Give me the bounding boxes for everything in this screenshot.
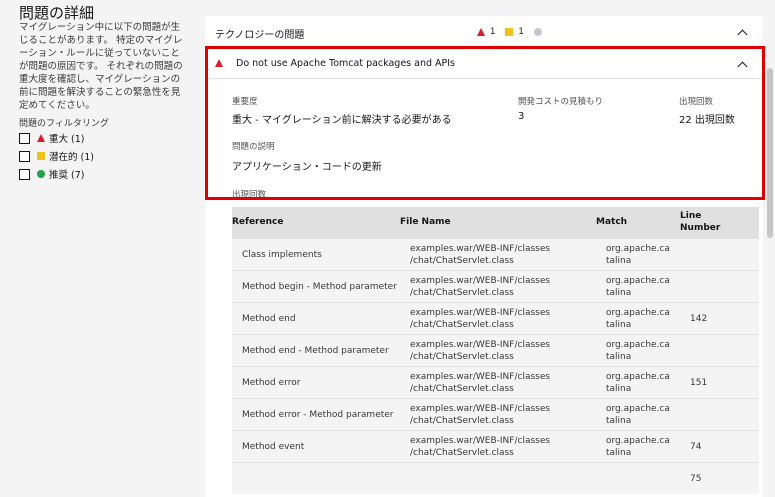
cell-line-number: 142 — [690, 314, 708, 324]
table-row: Method end examples.war/WEB-INF/classes/c… — [232, 302, 759, 334]
cell-reference: Method event — [242, 442, 305, 452]
occurrences-value: 22 出現回数 — [679, 115, 735, 126]
issue-title: Do not use Apache Tomcat packages and AP… — [236, 58, 456, 69]
cell-file-name-2: /chat/ChatServlet.class — [410, 256, 514, 266]
occurrences-label: 出現回数 — [679, 97, 714, 107]
table-row: Method error examples.war/WEB-INF/classes… — [232, 366, 759, 398]
cell-match-1: org.apache.ca — [606, 308, 670, 318]
cell-reference: Method end - Method parameter — [242, 346, 389, 356]
table-row: Method end - Method parameter examples.wa… — [232, 334, 759, 366]
occurrences-section-label: 出現回数 — [232, 190, 267, 200]
severity-label: 重要度 — [232, 97, 258, 107]
cell-reference: Method error - Method parameter — [242, 410, 394, 420]
table-row: Method event examples.war/WEB-INF/classes… — [232, 430, 759, 462]
cell-match-2: talina — [606, 384, 632, 394]
cell-file-name-1: examples.war/WEB-INF/classes — [410, 372, 551, 382]
cell-match-1: org.apache.ca — [606, 340, 670, 350]
circle-grey-icon — [533, 28, 542, 36]
circle-green-icon — [37, 170, 45, 178]
col-line: Line — [680, 211, 702, 221]
table-header: Reference File Name Match Line Number — [232, 207, 759, 238]
cell-match-2: talina — [606, 448, 632, 458]
cost-label: 開発コストの見積もり — [518, 97, 604, 107]
severity-value: 重大 - マイグレーション前に解決する必要がある — [232, 115, 452, 126]
table-row: Class implements examples.war/WEB-INF/cla… — [232, 238, 759, 270]
cost-value: 3 — [518, 111, 525, 122]
table-row: Method error - Method parameter examples.… — [232, 398, 759, 430]
square-yellow-icon — [505, 28, 514, 36]
cell-file-name-1: examples.war/WEB-INF/classes — [410, 340, 551, 350]
checkbox[interactable] — [19, 150, 30, 162]
cell-reference: Method end — [242, 314, 296, 324]
cell-line-number: 74 — [690, 442, 702, 452]
triangle-red-icon — [37, 134, 45, 142]
triangle-red-icon — [215, 59, 223, 67]
filter-optional[interactable]: 推奨 (7) — [19, 167, 84, 181]
cell-match-2: talina — [606, 288, 632, 298]
cell-file-name-2: /chat/ChatServlet.class — [410, 352, 514, 362]
technology-issues-title: テクノロジーの問題 — [215, 30, 305, 41]
cell-file-name-2: /chat/ChatServlet.class — [410, 384, 514, 394]
filter-optional-label: 推奨 (7) — [49, 170, 85, 181]
cell-file-name-1: examples.war/WEB-INF/classes — [410, 436, 551, 446]
cell-match-2: talina — [606, 320, 632, 330]
cell-match-1: org.apache.ca — [606, 276, 670, 286]
cell-file-name-1: examples.war/WEB-INF/classes — [410, 276, 551, 286]
cell-line-number: 151 — [690, 378, 708, 388]
col-match: Match — [596, 217, 628, 227]
cell-match-1: org.apache.ca — [606, 372, 670, 382]
triangle-red-icon — [477, 28, 485, 36]
cell-match-1: org.apache.ca — [606, 436, 670, 446]
filter-potential[interactable]: 潜在的 (1) — [19, 149, 94, 163]
potential-count: 1 — [518, 27, 524, 37]
left-panel: 問題の詳細 マイグレーション中に以下の問題が生じることがあります。 特定のマイグ… — [0, 0, 200, 497]
col-reference: Reference — [232, 217, 284, 227]
cell-file-name-2: /chat/ChatServlet.class — [410, 320, 514, 330]
cell-file-name-2: /chat/ChatServlet.class — [410, 288, 514, 298]
square-yellow-icon — [37, 152, 45, 160]
page-title: 問題の詳細 — [19, 4, 95, 22]
cell-reference: Method error — [242, 378, 301, 388]
page-description: マイグレーション中に以下の問題が生じることがあります。 特定のマイグレーション・… — [19, 22, 183, 111]
occurrences-table: Reference File Name Match Line Number Cl… — [232, 207, 759, 494]
filter-critical-label: 重大 (1) — [49, 134, 85, 145]
table-row: 75 — [232, 462, 759, 494]
cell-match-2: talina — [606, 352, 632, 362]
chevron-up-icon[interactable] — [737, 61, 748, 72]
checkbox[interactable] — [19, 132, 30, 144]
description-value: アプリケーション・コードの更新 — [232, 162, 382, 173]
cell-file-name-1: examples.war/WEB-INF/classes — [410, 404, 551, 414]
description-label: 問題の説明 — [232, 142, 275, 152]
cell-file-name-1: examples.war/WEB-INF/classes — [410, 308, 551, 318]
col-file-name: File Name — [400, 217, 451, 227]
checkbox[interactable] — [19, 168, 30, 180]
cell-reference: Class implements — [242, 250, 322, 260]
critical-count: 1 — [490, 27, 496, 37]
filter-critical[interactable]: 重大 (1) — [19, 131, 84, 145]
table-row: Method begin - Method parameter examples.… — [232, 270, 759, 302]
cell-file-name-2: /chat/ChatServlet.class — [410, 416, 514, 426]
issue-accordion-header[interactable]: Do not use Apache Tomcat packages and AP… — [205, 49, 763, 79]
col-number: Number — [680, 223, 721, 233]
cell-line-number: 75 — [690, 474, 702, 484]
cell-match-1: org.apache.ca — [606, 404, 670, 414]
cell-match-2: talina — [606, 256, 632, 266]
cell-match-2: talina — [606, 416, 632, 426]
filter-label: 問題のフィルタリング — [19, 119, 109, 129]
cell-file-name-1: examples.war/WEB-INF/classes — [410, 244, 551, 254]
technology-issues-accordion[interactable]: テクノロジーの問題 1 1 — [205, 16, 763, 48]
cell-match-1: org.apache.ca — [606, 244, 670, 254]
chevron-up-icon[interactable] — [737, 29, 748, 40]
issue-counts: 1 1 — [477, 27, 542, 37]
cell-file-name-2: /chat/ChatServlet.class — [410, 448, 514, 458]
cell-reference: Method begin - Method parameter — [242, 282, 397, 292]
scrollbar[interactable] — [767, 68, 773, 238]
filter-potential-label: 潜在的 (1) — [49, 152, 94, 163]
